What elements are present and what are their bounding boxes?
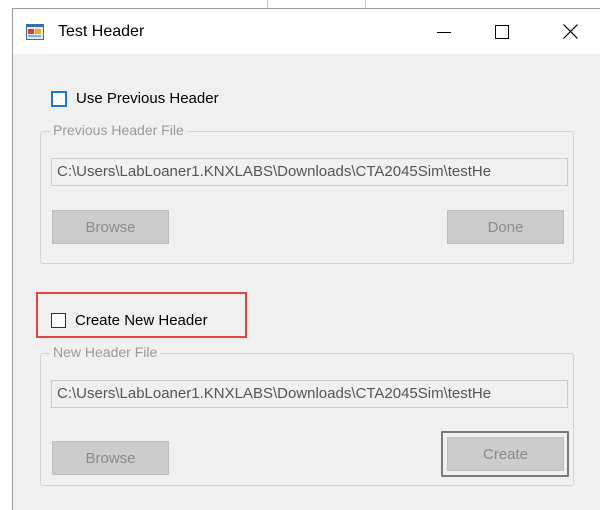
new-header-file-legend: New Header File [50,344,161,360]
title-bar: Test Header [13,9,600,54]
test-header-dialog: Test Header Use Previous Header Previous… [12,8,600,510]
use-previous-header-option[interactable]: Use Previous Header [51,90,219,107]
background-window-strip [0,0,600,8]
create-new-header-option[interactable]: Create New Header [51,312,208,329]
background-divider [365,0,366,8]
maximize-icon [495,24,509,39]
close-icon [562,24,578,39]
background-divider [267,0,268,8]
close-button[interactable] [547,9,593,54]
maximize-button[interactable] [479,9,525,54]
create-new-header-label: Create New Header [75,312,208,329]
window-title: Test Header [58,23,145,40]
new-browse-button: Browse [52,441,169,475]
create-button: Create [447,437,564,471]
app-icon [26,24,44,40]
new-header-file-group: New Header File C:\Users\LabLoaner1.KNXL… [40,344,574,486]
minimize-icon [437,25,451,39]
previous-header-path-field: C:\Users\LabLoaner1.KNXLABS\Downloads\CT… [51,158,568,186]
previous-header-file-legend: Previous Header File [50,122,187,138]
create-new-header-checkbox[interactable] [51,313,66,328]
previous-browse-button: Browse [52,210,169,244]
previous-header-file-group: Previous Header File C:\Users\LabLoaner1… [40,122,574,264]
use-previous-header-label: Use Previous Header [76,90,219,107]
done-button: Done [447,210,564,244]
use-previous-header-checkbox[interactable] [51,90,67,107]
minimize-button[interactable] [421,9,467,54]
new-header-path-field: C:\Users\LabLoaner1.KNXLABS\Downloads\CT… [51,380,568,408]
